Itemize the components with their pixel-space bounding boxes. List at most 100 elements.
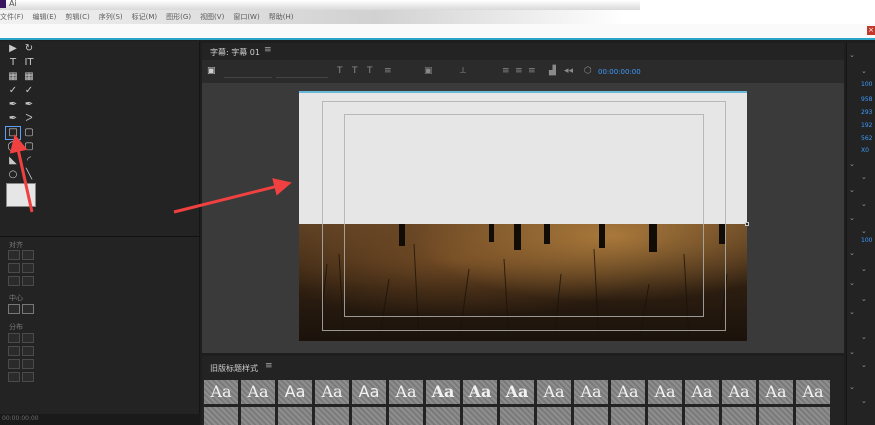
editor-tab-title[interactable]: 字幕: 字幕 01 bbox=[210, 47, 260, 58]
style-swatch[interactable]: Aa bbox=[796, 380, 830, 404]
style-swatch[interactable]: Aa bbox=[611, 380, 645, 404]
menu-item[interactable]: 剪辑(C) bbox=[65, 12, 89, 22]
style-swatch[interactable]: Aa bbox=[241, 380, 275, 404]
align-middle-icon[interactable] bbox=[22, 263, 34, 273]
vertical-path-type-tool-icon[interactable]: ✓ bbox=[22, 85, 36, 97]
chevron-down-icon[interactable]: ⌄ bbox=[861, 361, 867, 369]
align-right-icon[interactable] bbox=[8, 276, 20, 286]
align-top-icon[interactable] bbox=[8, 263, 20, 273]
style-swatch-row2[interactable] bbox=[352, 407, 386, 425]
style-swatch[interactable]: Aa bbox=[463, 380, 497, 404]
chevron-down-icon[interactable]: ⌄ bbox=[861, 67, 867, 75]
style-swatch-row2[interactable] bbox=[759, 407, 793, 425]
resize-handle[interactable] bbox=[745, 222, 749, 226]
style-swatch[interactable]: Aa bbox=[352, 380, 386, 404]
style-swatch[interactable]: Aa bbox=[574, 380, 608, 404]
style-swatch[interactable]: Aa bbox=[500, 380, 534, 404]
distribute-center-icon[interactable] bbox=[22, 333, 34, 343]
style-swatch[interactable]: Aa bbox=[278, 380, 312, 404]
chevron-down-icon[interactable]: ⌄ bbox=[849, 160, 855, 168]
editor-toolbar-icon[interactable]: T bbox=[337, 66, 343, 76]
property-value[interactable]: 958 bbox=[861, 96, 872, 103]
distribute-width-icon[interactable] bbox=[22, 346, 34, 356]
distribute-middle-icon[interactable] bbox=[22, 359, 34, 369]
vertical-type-tool-icon[interactable]: IT bbox=[22, 57, 36, 69]
editor-toolbar-icon[interactable]: T bbox=[367, 66, 373, 76]
menu-item[interactable]: 文件(F) bbox=[0, 12, 24, 22]
chevron-down-icon[interactable]: ⌄ bbox=[849, 214, 855, 222]
menu-item[interactable]: 序列(S) bbox=[99, 12, 123, 22]
style-swatch[interactable]: Aa bbox=[537, 380, 571, 404]
menu-item[interactable]: 标记(M) bbox=[132, 12, 158, 22]
style-swatch[interactable]: Aa bbox=[426, 380, 460, 404]
style-swatch-row2[interactable] bbox=[278, 407, 312, 425]
editor-toolbar-icon[interactable]: ⟂ bbox=[460, 66, 466, 76]
editor-tab-menu-icon[interactable]: ≡ bbox=[264, 45, 272, 55]
arc-tool-icon[interactable]: ◜ bbox=[22, 155, 36, 167]
new-title-icon[interactable]: ▣ bbox=[207, 66, 216, 76]
editor-toolbar-icon[interactable]: ≡ bbox=[515, 66, 523, 76]
rounded-corner-tool-icon[interactable]: ▢ bbox=[22, 141, 36, 153]
property-value[interactable]: 562 bbox=[861, 135, 872, 142]
convert-anchor-tool-icon[interactable]: ᐳ bbox=[22, 113, 36, 125]
close-button[interactable]: × bbox=[867, 26, 875, 35]
style-swatch-row2[interactable] bbox=[500, 407, 534, 425]
title-canvas[interactable] bbox=[202, 83, 844, 353]
distribute-top-icon[interactable] bbox=[8, 359, 20, 369]
chevron-down-icon[interactable]: ⌄ bbox=[849, 308, 855, 316]
rounded-rectangle-tool-icon[interactable]: ▢ bbox=[22, 127, 36, 139]
style-swatch[interactable]: Aa bbox=[315, 380, 349, 404]
wedge-tool-icon[interactable]: ◣ bbox=[6, 155, 20, 167]
chevron-down-icon[interactable]: ⌄ bbox=[861, 173, 867, 181]
editor-toolbar-icon[interactable]: ◂◂ bbox=[564, 66, 573, 76]
style-swatch-row2[interactable] bbox=[574, 407, 608, 425]
style-swatch-row2[interactable] bbox=[241, 407, 275, 425]
type-tool-icon[interactable]: T bbox=[6, 57, 20, 69]
editor-toolbar-icon[interactable]: ▣ bbox=[424, 66, 433, 76]
vertical-area-type-tool-icon[interactable]: ▦ bbox=[22, 71, 36, 83]
ellipse-tool-icon[interactable]: ○ bbox=[6, 169, 20, 181]
chevron-down-icon[interactable]: ⌄ bbox=[861, 227, 867, 235]
editor-toolbar-icon[interactable]: ≡ bbox=[502, 66, 510, 76]
style-swatch-row2[interactable] bbox=[463, 407, 497, 425]
chevron-down-icon[interactable]: ⌄ bbox=[861, 200, 867, 208]
style-swatch[interactable]: Aa bbox=[685, 380, 719, 404]
fill-color-swatch[interactable] bbox=[6, 183, 36, 207]
area-type-tool-icon[interactable]: ▦ bbox=[6, 71, 20, 83]
chevron-down-icon[interactable]: ⌄ bbox=[861, 397, 867, 405]
path-type-tool-icon[interactable]: ✓ bbox=[6, 85, 20, 97]
menu-item[interactable]: 编辑(E) bbox=[33, 12, 57, 22]
chevron-down-icon[interactable]: ⌄ bbox=[849, 348, 855, 356]
style-swatch-row2[interactable] bbox=[537, 407, 571, 425]
rectangle-tool-icon[interactable]: □ bbox=[5, 126, 21, 140]
editor-toolbar-icon[interactable]: ≡ bbox=[384, 66, 392, 76]
editor-toolbar-icon[interactable]: ≡ bbox=[528, 66, 536, 76]
style-swatch[interactable]: Aa bbox=[648, 380, 682, 404]
chevron-down-icon[interactable]: ⌄ bbox=[849, 186, 855, 194]
chevron-down-icon[interactable]: ⌄ bbox=[849, 383, 855, 391]
chevron-down-icon[interactable]: ⌄ bbox=[861, 265, 867, 273]
editor-toolbar-icon[interactable]: T bbox=[352, 66, 358, 76]
distribute-bottom-icon[interactable] bbox=[8, 372, 20, 382]
distribute-right-icon[interactable] bbox=[8, 346, 20, 356]
rotate-tool-icon[interactable]: ↻ bbox=[22, 43, 36, 55]
align-left-icon[interactable] bbox=[8, 250, 20, 260]
style-swatch[interactable]: Aa bbox=[389, 380, 423, 404]
chevron-down-icon[interactable]: ⌄ bbox=[861, 295, 867, 303]
chevron-down-icon[interactable]: ⌄ bbox=[861, 333, 867, 341]
style-swatch[interactable]: Aa bbox=[759, 380, 793, 404]
chevron-down-icon[interactable]: ⌄ bbox=[849, 279, 855, 287]
menu-item[interactable]: 图形(G) bbox=[166, 12, 191, 22]
property-value[interactable]: X0 bbox=[861, 147, 869, 154]
property-value[interactable]: 293 bbox=[861, 109, 872, 116]
menu-item[interactable]: 帮助(H) bbox=[269, 12, 294, 22]
delete-anchor-tool-icon[interactable]: ✒ bbox=[22, 99, 36, 111]
style-swatch-row2[interactable] bbox=[722, 407, 756, 425]
property-value[interactable]: 100 bbox=[861, 81, 872, 88]
style-swatch-row2[interactable] bbox=[315, 407, 349, 425]
menu-item[interactable]: 窗口(W) bbox=[233, 12, 259, 22]
editor-toolbar-icon[interactable]: ⬡ bbox=[584, 66, 592, 76]
add-anchor-tool-icon[interactable]: ✒ bbox=[6, 113, 20, 125]
font-family-select[interactable] bbox=[224, 67, 272, 78]
styles-panel-menu-icon[interactable]: ≡ bbox=[265, 361, 273, 371]
